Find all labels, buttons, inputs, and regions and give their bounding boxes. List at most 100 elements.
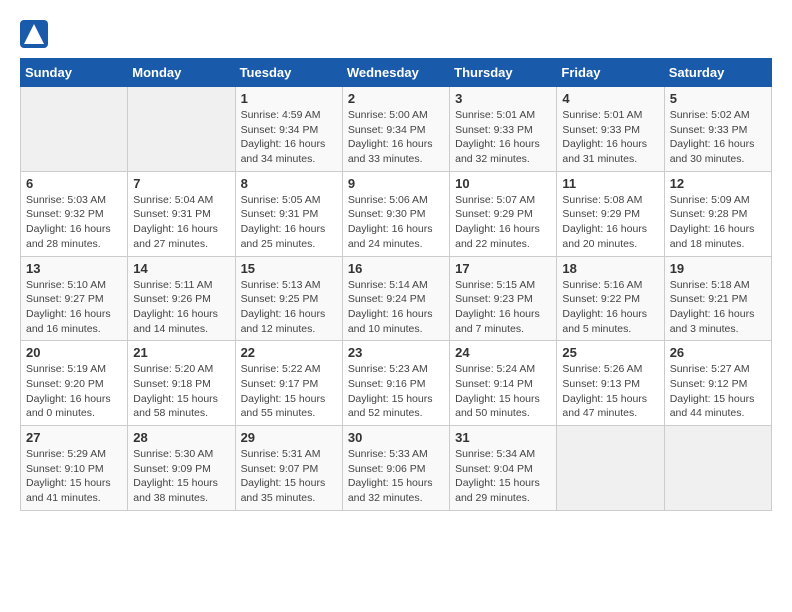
calendar-cell: 24Sunrise: 5:24 AM Sunset: 9:14 PM Dayli… [450, 341, 557, 426]
day-info: Sunrise: 5:07 AM Sunset: 9:29 PM Dayligh… [455, 193, 551, 252]
day-number: 27 [26, 430, 122, 445]
day-number: 3 [455, 91, 551, 106]
day-number: 28 [133, 430, 229, 445]
day-number: 23 [348, 345, 444, 360]
calendar-body: 1 Sunrise: 4:59 AM Sunset: 9:34 PM Daylig… [21, 87, 772, 511]
day-number: 14 [133, 261, 229, 276]
calendar-cell: 2 Sunrise: 5:00 AM Sunset: 9:34 PM Daylig… [342, 87, 449, 172]
day-number: 16 [348, 261, 444, 276]
day-number: 6 [26, 176, 122, 191]
day-info: Sunrise: 5:04 AM Sunset: 9:31 PM Dayligh… [133, 193, 229, 252]
calendar-cell: 29 Sunrise: 5:31 AM Sunset: 9:07 PM Dayli… [235, 426, 342, 511]
day-info: Sunrise: 5:02 AM Sunset: 9:33 PM Dayligh… [670, 108, 766, 167]
day-info: Sunrise: 5:13 AM Sunset: 9:25 PM Dayligh… [241, 278, 337, 337]
calendar-cell: 28 Sunrise: 5:30 AM Sunset: 9:09 PM Dayli… [128, 426, 235, 511]
weekday-header: Wednesday [342, 59, 449, 87]
day-number: 10 [455, 176, 551, 191]
calendar-cell: 22 Sunrise: 5:22 AM Sunset: 9:17 PM Dayli… [235, 341, 342, 426]
calendar-cell: 16Sunrise: 5:14 AM Sunset: 9:24 PM Dayli… [342, 256, 449, 341]
day-info: Sunrise: 5:06 AM Sunset: 9:30 PM Dayligh… [348, 193, 444, 252]
day-number: 13 [26, 261, 122, 276]
calendar-cell: 9Sunrise: 5:06 AM Sunset: 9:30 PM Daylig… [342, 171, 449, 256]
day-info: Sunrise: 4:59 AM Sunset: 9:34 PM Dayligh… [241, 108, 337, 167]
calendar-week-row: 6 Sunrise: 5:03 AM Sunset: 9:32 PM Daylig… [21, 171, 772, 256]
day-info: Sunrise: 5:00 AM Sunset: 9:34 PM Dayligh… [348, 108, 444, 167]
calendar-cell: 17 Sunrise: 5:15 AM Sunset: 9:23 PM Dayli… [450, 256, 557, 341]
weekday-header: Thursday [450, 59, 557, 87]
calendar-cell [128, 87, 235, 172]
calendar-header-row: SundayMondayTuesdayWednesdayThursdayFrid… [21, 59, 772, 87]
day-info: Sunrise: 5:01 AM Sunset: 9:33 PM Dayligh… [562, 108, 658, 167]
calendar-cell [557, 426, 664, 511]
day-number: 31 [455, 430, 551, 445]
day-number: 30 [348, 430, 444, 445]
day-info: Sunrise: 5:23 AM Sunset: 9:16 PM Dayligh… [348, 362, 444, 421]
day-number: 2 [348, 91, 444, 106]
calendar-cell: 12 Sunrise: 5:09 AM Sunset: 9:28 PM Dayli… [664, 171, 771, 256]
calendar-cell: 15 Sunrise: 5:13 AM Sunset: 9:25 PM Dayli… [235, 256, 342, 341]
day-info: Sunrise: 5:19 AM Sunset: 9:20 PM Dayligh… [26, 362, 122, 421]
weekday-header: Friday [557, 59, 664, 87]
calendar-cell: 19Sunrise: 5:18 AM Sunset: 9:21 PM Dayli… [664, 256, 771, 341]
calendar-cell: 6 Sunrise: 5:03 AM Sunset: 9:32 PM Daylig… [21, 171, 128, 256]
day-number: 12 [670, 176, 766, 191]
day-info: Sunrise: 5:10 AM Sunset: 9:27 PM Dayligh… [26, 278, 122, 337]
day-number: 18 [562, 261, 658, 276]
calendar-cell: 14Sunrise: 5:11 AM Sunset: 9:26 PM Dayli… [128, 256, 235, 341]
day-info: Sunrise: 5:34 AM Sunset: 9:04 PM Dayligh… [455, 447, 551, 506]
day-number: 15 [241, 261, 337, 276]
calendar-week-row: 20Sunrise: 5:19 AM Sunset: 9:20 PM Dayli… [21, 341, 772, 426]
calendar-week-row: 13 Sunrise: 5:10 AM Sunset: 9:27 PM Dayli… [21, 256, 772, 341]
day-number: 19 [670, 261, 766, 276]
day-info: Sunrise: 5:20 AM Sunset: 9:18 PM Dayligh… [133, 362, 229, 421]
day-info: Sunrise: 5:33 AM Sunset: 9:06 PM Dayligh… [348, 447, 444, 506]
day-info: Sunrise: 5:15 AM Sunset: 9:23 PM Dayligh… [455, 278, 551, 337]
day-info: Sunrise: 5:26 AM Sunset: 9:13 PM Dayligh… [562, 362, 658, 421]
day-info: Sunrise: 5:27 AM Sunset: 9:12 PM Dayligh… [670, 362, 766, 421]
day-number: 26 [670, 345, 766, 360]
day-info: Sunrise: 5:03 AM Sunset: 9:32 PM Dayligh… [26, 193, 122, 252]
calendar-cell: 30 Sunrise: 5:33 AM Sunset: 9:06 PM Dayli… [342, 426, 449, 511]
calendar-cell: 7 Sunrise: 5:04 AM Sunset: 9:31 PM Daylig… [128, 171, 235, 256]
weekday-header: Saturday [664, 59, 771, 87]
day-number: 29 [241, 430, 337, 445]
calendar-cell: 8 Sunrise: 5:05 AM Sunset: 9:31 PM Daylig… [235, 171, 342, 256]
calendar-header: SundayMondayTuesdayWednesdayThursdayFrid… [21, 59, 772, 87]
day-number: 4 [562, 91, 658, 106]
day-info: Sunrise: 5:05 AM Sunset: 9:31 PM Dayligh… [241, 193, 337, 252]
day-number: 7 [133, 176, 229, 191]
day-info: Sunrise: 5:09 AM Sunset: 9:28 PM Dayligh… [670, 193, 766, 252]
calendar-cell: 27 Sunrise: 5:29 AM Sunset: 9:10 PM Dayli… [21, 426, 128, 511]
calendar-cell: 31 Sunrise: 5:34 AM Sunset: 9:04 PM Dayli… [450, 426, 557, 511]
calendar-cell: 26 Sunrise: 5:27 AM Sunset: 9:12 PM Dayli… [664, 341, 771, 426]
calendar-cell: 4 Sunrise: 5:01 AM Sunset: 9:33 PM Daylig… [557, 87, 664, 172]
calendar-week-row: 27 Sunrise: 5:29 AM Sunset: 9:10 PM Dayli… [21, 426, 772, 511]
day-number: 25 [562, 345, 658, 360]
day-info: Sunrise: 5:24 AM Sunset: 9:14 PM Dayligh… [455, 362, 551, 421]
weekday-header: Tuesday [235, 59, 342, 87]
calendar-cell: 23 Sunrise: 5:23 AM Sunset: 9:16 PM Dayli… [342, 341, 449, 426]
day-info: Sunrise: 5:29 AM Sunset: 9:10 PM Dayligh… [26, 447, 122, 506]
calendar-cell: 20Sunrise: 5:19 AM Sunset: 9:20 PM Dayli… [21, 341, 128, 426]
day-number: 11 [562, 176, 658, 191]
weekday-header: Sunday [21, 59, 128, 87]
calendar-cell [21, 87, 128, 172]
calendar-cell: 25 Sunrise: 5:26 AM Sunset: 9:13 PM Dayli… [557, 341, 664, 426]
day-number: 1 [241, 91, 337, 106]
day-number: 22 [241, 345, 337, 360]
weekday-header: Monday [128, 59, 235, 87]
calendar-cell: 18Sunrise: 5:16 AM Sunset: 9:22 PM Dayli… [557, 256, 664, 341]
page-header [20, 20, 772, 48]
day-number: 8 [241, 176, 337, 191]
logo [20, 20, 50, 48]
day-number: 5 [670, 91, 766, 106]
calendar-table: SundayMondayTuesdayWednesdayThursdayFrid… [20, 58, 772, 511]
day-info: Sunrise: 5:30 AM Sunset: 9:09 PM Dayligh… [133, 447, 229, 506]
day-number: 21 [133, 345, 229, 360]
calendar-cell: 13 Sunrise: 5:10 AM Sunset: 9:27 PM Dayli… [21, 256, 128, 341]
day-number: 17 [455, 261, 551, 276]
day-info: Sunrise: 5:22 AM Sunset: 9:17 PM Dayligh… [241, 362, 337, 421]
day-info: Sunrise: 5:31 AM Sunset: 9:07 PM Dayligh… [241, 447, 337, 506]
day-info: Sunrise: 5:08 AM Sunset: 9:29 PM Dayligh… [562, 193, 658, 252]
calendar-cell: 21 Sunrise: 5:20 AM Sunset: 9:18 PM Dayli… [128, 341, 235, 426]
